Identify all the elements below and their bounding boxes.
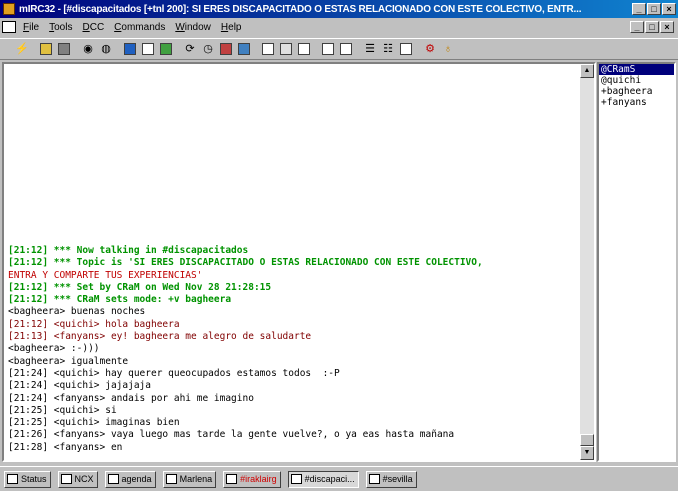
chat-scrollbar[interactable]: ▲ ▼: [580, 64, 594, 460]
connect-icon[interactable]: ⚡: [14, 41, 30, 57]
window-icon: [7, 474, 18, 484]
close-button[interactable]: ×: [662, 3, 676, 15]
switchbar-button[interactable]: #iraklairg: [223, 470, 281, 488]
chat-line: [21:24] <quichi> jajajaja: [8, 380, 151, 392]
menu-help[interactable]: Help: [218, 22, 249, 33]
options-gear-icon[interactable]: ⚙: [422, 41, 438, 57]
folder-icon[interactable]: [38, 41, 54, 57]
switchbar-button[interactable]: #discapaci...: [287, 470, 359, 488]
tile-icon[interactable]: [296, 41, 312, 57]
switchbar-label: #discapaci...: [304, 474, 355, 484]
tile-horiz-icon[interactable]: [320, 41, 336, 57]
switchbar-button[interactable]: NCX: [57, 470, 98, 488]
mdi-controls: _ □ ×: [630, 21, 674, 33]
menu-commands[interactable]: Commands: [111, 22, 172, 33]
channels-icon[interactable]: ◍: [98, 41, 114, 57]
nick-list[interactable]: @CRamS @quichi +bagheera +fanyans: [597, 62, 676, 462]
chat-line: [21:24] <quichi> hay querer queocupados …: [8, 367, 340, 379]
chat-line: [21:12] *** CRaM sets mode: +v bagheera: [8, 294, 232, 306]
chat-line: <bagheera> buenas noches: [8, 306, 146, 318]
chat-line: [21:24] <fanyans> andais por ahi me imag…: [8, 392, 254, 404]
cascade-icon[interactable]: [278, 41, 294, 57]
chat-line: [21:28] <fanyans> en: [8, 441, 123, 453]
finger-icon[interactable]: [140, 41, 156, 57]
chat-line: [21:25] <quichi> imaginas bien: [8, 417, 180, 429]
menu-file[interactable]: File: [20, 22, 46, 33]
chat-line: [21:12] *** Topic is 'SI ERES DISCAPACIT…: [8, 257, 483, 269]
chat-log: [21:12] *** Now talking in #discapacitad…: [8, 245, 578, 454]
switchbar-label: agenda: [121, 474, 152, 484]
options-icon[interactable]: [56, 41, 72, 57]
remote-icon[interactable]: [260, 41, 276, 57]
maximize-button[interactable]: □: [647, 3, 661, 15]
notify-icon[interactable]: ◷: [200, 41, 216, 57]
list-icon[interactable]: [122, 41, 138, 57]
channel-window-icon[interactable]: [2, 21, 16, 33]
switchbar-label: #iraklairg: [240, 474, 277, 484]
chat-line: [21:13] <fanyans> ey! bagheera me alegro…: [8, 331, 312, 343]
chat-line: [21:25] <quichi> si: [8, 404, 117, 416]
nick-item[interactable]: @quichi: [599, 75, 674, 86]
title-bar: mIRC32 - [#discapacitados [+tnl 200]: SI…: [0, 0, 678, 18]
nick-item[interactable]: +fanyans: [599, 97, 674, 108]
switchbar-label: #sevilla: [382, 474, 413, 484]
arrange-icon[interactable]: [338, 41, 354, 57]
switchbar-label: NCX: [74, 474, 94, 484]
chat-line: [21:12] *** Now talking in #discapacitad…: [8, 244, 249, 256]
scroll-thumb[interactable]: [580, 434, 594, 446]
scroll-up-arrow-icon[interactable]: ▲: [580, 64, 594, 78]
about-icon[interactable]: [398, 41, 414, 57]
channel-message-area[interactable]: [21:12] *** Now talking in #discapacitad…: [2, 62, 596, 462]
urls-icon[interactable]: [218, 41, 234, 57]
nick-item[interactable]: +bagheera: [599, 86, 674, 97]
dcc-icon[interactable]: ◉: [80, 41, 96, 57]
menu-bar: File Tools DCC Commands Window Help _ □ …: [0, 18, 678, 36]
chat-line: [21:26] <fanyans> vaya luego mas tarde l…: [8, 429, 455, 441]
menu-tools[interactable]: Tools: [46, 22, 79, 33]
switchbar-label: Status: [21, 474, 47, 484]
chat-line: <bagheera> igualmente: [8, 355, 129, 367]
chat-line: [21:12] *** Set by CRaM on Wed Nov 28 21…: [8, 281, 272, 293]
switchbar-button[interactable]: #sevilla: [365, 470, 417, 488]
chat-line: ENTRA Y COMPARTE TUS EXPERIENCIAS': [8, 269, 203, 281]
switchbar-button[interactable]: Marlena: [162, 470, 217, 488]
menu-dcc[interactable]: DCC: [79, 22, 111, 33]
window-switchbar: Status NCX agenda Marlena #iraklairg #discapa…: [0, 466, 678, 491]
dcc-chat-icon[interactable]: ⟳: [182, 41, 198, 57]
window-title: mIRC32 - [#discapacitados [+tnl 200]: SI…: [19, 3, 582, 15]
dcc-send-icon[interactable]: [158, 41, 174, 57]
chat-line: [21:12] <quichi> hola bagheera: [8, 318, 180, 330]
window-icon: [60, 474, 72, 484]
window-icon: [368, 474, 380, 484]
window-icon: [290, 474, 302, 484]
chat-line: <bagheera> :-))): [8, 343, 100, 355]
nick-item[interactable]: @CRamS: [599, 64, 674, 75]
menu-window[interactable]: Window: [172, 22, 218, 33]
mdi-close-button[interactable]: ×: [660, 21, 674, 33]
window-controls: _ □ ×: [632, 3, 676, 15]
mirc-app-icon[interactable]: [3, 3, 15, 15]
log-icon[interactable]: ☰: [362, 41, 378, 57]
switchbar-button[interactable]: agenda: [104, 470, 156, 488]
switchbar-button[interactable]: Status: [4, 470, 51, 488]
window-icon: [226, 474, 238, 484]
switchbar-label: Marlena: [179, 474, 213, 484]
toolbar: ⚡ ◉ ◍ ⟳ ◷ ☰ ☷ ⚙ ♁: [0, 38, 678, 60]
address-icon[interactable]: [236, 41, 252, 57]
help-icon[interactable]: ☷: [380, 41, 396, 57]
window-icon: [107, 474, 119, 484]
info-icon[interactable]: ♁: [440, 41, 456, 57]
mdi-restore-button[interactable]: □: [645, 21, 659, 33]
window-icon: [165, 474, 177, 484]
scroll-down-arrow-icon[interactable]: ▼: [580, 446, 594, 460]
minimize-button[interactable]: _: [632, 3, 646, 15]
mdi-minimize-button[interactable]: _: [630, 21, 644, 33]
